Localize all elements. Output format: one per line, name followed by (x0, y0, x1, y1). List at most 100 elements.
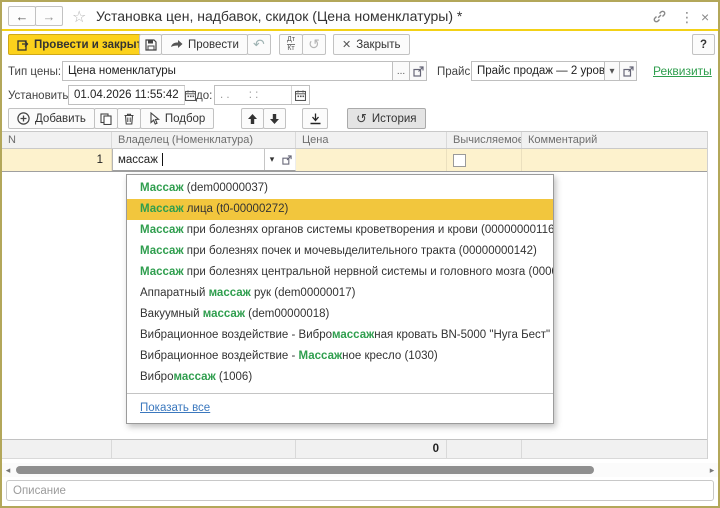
arrow-down-icon (269, 113, 280, 125)
owner-dropdown-button[interactable]: ▾ (264, 149, 279, 170)
more-menu-icon[interactable]: ⋮ (680, 9, 694, 26)
save-button[interactable] (139, 34, 162, 55)
autocomplete-dropdown: Массаж (dem00000037)Массаж лица (t0-0000… (126, 174, 554, 424)
column-header-comment[interactable]: Комментарий (522, 132, 708, 148)
price-type-label: Тип цены: (8, 66, 61, 78)
get-link-icon[interactable] (652, 9, 667, 24)
arrow-up-icon (247, 113, 258, 125)
scroll-left-icon[interactable]: ◂ (2, 463, 14, 477)
undo-button[interactable]: ↶ (247, 34, 271, 55)
text-caret (162, 153, 163, 166)
totals-computed (447, 440, 522, 458)
calendar-icon[interactable] (291, 86, 309, 104)
forward-button[interactable]: → (35, 6, 63, 26)
dropdown-item[interactable]: Вибрационное воздействие - Вибромассажна… (127, 325, 553, 346)
window-close-icon[interactable]: × (701, 9, 709, 25)
dropdown-item[interactable]: Массаж при болезнях органов системы кров… (127, 220, 553, 241)
dt-kt-button[interactable]: ДтКт (279, 34, 303, 55)
requisites-link[interactable]: Реквизиты (653, 64, 712, 78)
add-row-button[interactable]: Добавить (8, 108, 95, 129)
dropdown-item[interactable]: Массаж при болезнях центральной нервной … (127, 262, 553, 283)
history-label: История (372, 113, 417, 125)
dropdown-item[interactable]: Массаж при болезнях почек и мочевыделите… (127, 241, 553, 262)
close-x-icon: ✕ (342, 38, 351, 51)
scroll-right-icon[interactable]: ▸ (706, 463, 718, 477)
totals-comment (522, 440, 707, 458)
table-header: N Владелец (Номенклатура) Цена Вычисляем… (2, 131, 708, 149)
back-icon: ← (16, 9, 29, 24)
title-bar: ← → ☆ Установка цен, надбавок, скидок (Ц… (2, 2, 718, 29)
save-icon (145, 39, 157, 51)
price-type-field[interactable]: Цена номенклатуры (62, 61, 393, 81)
history-button[interactable]: ↺ История (347, 108, 426, 129)
movements-history-button[interactable]: ↺ (302, 34, 326, 55)
calendar-icon[interactable] (184, 86, 196, 104)
totals-row: 0 (2, 439, 707, 459)
post-button[interactable]: Провести (161, 34, 248, 55)
horizontal-scrollbar[interactable]: ◂ ▸ (2, 463, 718, 477)
move-up-button[interactable] (241, 108, 264, 129)
table-toolbar: Добавить Подбор (2, 106, 718, 130)
column-header-owner[interactable]: Владелец (Номенклатура) (112, 132, 296, 148)
column-header-computed[interactable]: Вычисляемое (447, 132, 522, 148)
dropdown-list: Массаж (dem00000037)Массаж лица (t0-0000… (127, 178, 553, 388)
totals-owner (112, 440, 296, 458)
trash-icon (123, 113, 135, 125)
close-button[interactable]: ✕ Закрыть (333, 34, 410, 55)
computed-cell[interactable] (447, 149, 522, 171)
load-button[interactable] (302, 108, 328, 129)
to-placeholder: . . : : (215, 89, 291, 101)
dt-kt-icon: ДтКт (287, 36, 295, 53)
help-button[interactable]: ? (692, 34, 715, 55)
column-header-n[interactable]: N (2, 132, 112, 148)
price-type-open-icon[interactable] (409, 61, 427, 81)
price-field[interactable]: Прайс продаж — 2 уровень (RUB) (471, 61, 605, 81)
row-number-cell[interactable]: 1 (2, 149, 112, 171)
to-label: до: (196, 90, 212, 102)
dropdown-item[interactable]: Вакуумный массаж (dem00000018) (127, 304, 553, 325)
totals-n (2, 440, 112, 458)
computed-checkbox[interactable] (453, 154, 466, 167)
forward-icon: → (43, 9, 56, 24)
set-from-value: 01.04.2026 11:55:42 (69, 89, 184, 101)
price-label: Прайс: (437, 66, 473, 78)
dropdown-item[interactable]: Аппаратный массаж рук (dem00000017) (127, 283, 553, 304)
pick-button[interactable]: Подбор (140, 108, 215, 129)
price-open-icon[interactable] (619, 61, 637, 81)
post-icon (170, 39, 183, 50)
price-cell[interactable] (296, 149, 447, 171)
owner-open-icon[interactable] (279, 149, 295, 170)
move-down-button[interactable] (263, 108, 286, 129)
totals-price: 0 (296, 440, 447, 458)
scrollbar-thumb[interactable] (16, 466, 594, 474)
price-dropdown-button[interactable]: ▾ (604, 61, 620, 81)
show-all-link[interactable]: Показать все (127, 394, 553, 423)
add-label: Добавить (35, 113, 86, 125)
copy-icon (100, 113, 112, 125)
back-button[interactable]: ← (8, 6, 36, 26)
table-row: 1 массаж ▾ (2, 149, 708, 172)
dropdown-item[interactable]: Вибрационное воздействие - Массажное кре… (127, 346, 553, 367)
owner-cell[interactable]: массаж ▾ (112, 149, 296, 171)
description-input[interactable] (6, 480, 714, 501)
pick-label: Подбор (165, 113, 206, 125)
dropdown-item[interactable]: Вибромассаж (1006) (127, 367, 553, 388)
post-close-icon (17, 39, 29, 51)
to-field[interactable]: . . : : (214, 85, 310, 105)
post-label: Провести (188, 39, 239, 51)
close-label: Закрыть (356, 39, 400, 51)
title-underline (2, 29, 718, 31)
owner-input[interactable]: массаж (113, 153, 264, 166)
favorite-star-icon[interactable]: ☆ (72, 7, 86, 27)
history-icon: ↺ (356, 111, 367, 127)
column-header-price[interactable]: Цена (296, 132, 447, 148)
delete-row-button[interactable] (117, 108, 141, 129)
set-from-field[interactable]: 01.04.2026 11:55:42 (68, 85, 185, 105)
price-type-choose-button[interactable]: ... (392, 61, 410, 81)
price-table: N Владелец (Номенклатура) Цена Вычисляем… (2, 131, 708, 172)
comment-cell[interactable] (522, 149, 708, 171)
dropdown-item[interactable]: Массаж лица (t0-00000272) (127, 199, 553, 220)
post-and-close-button[interactable]: Провести и закрыть (8, 34, 158, 55)
copy-row-button[interactable] (94, 108, 118, 129)
dropdown-item[interactable]: Массаж (dem00000037) (127, 178, 553, 199)
